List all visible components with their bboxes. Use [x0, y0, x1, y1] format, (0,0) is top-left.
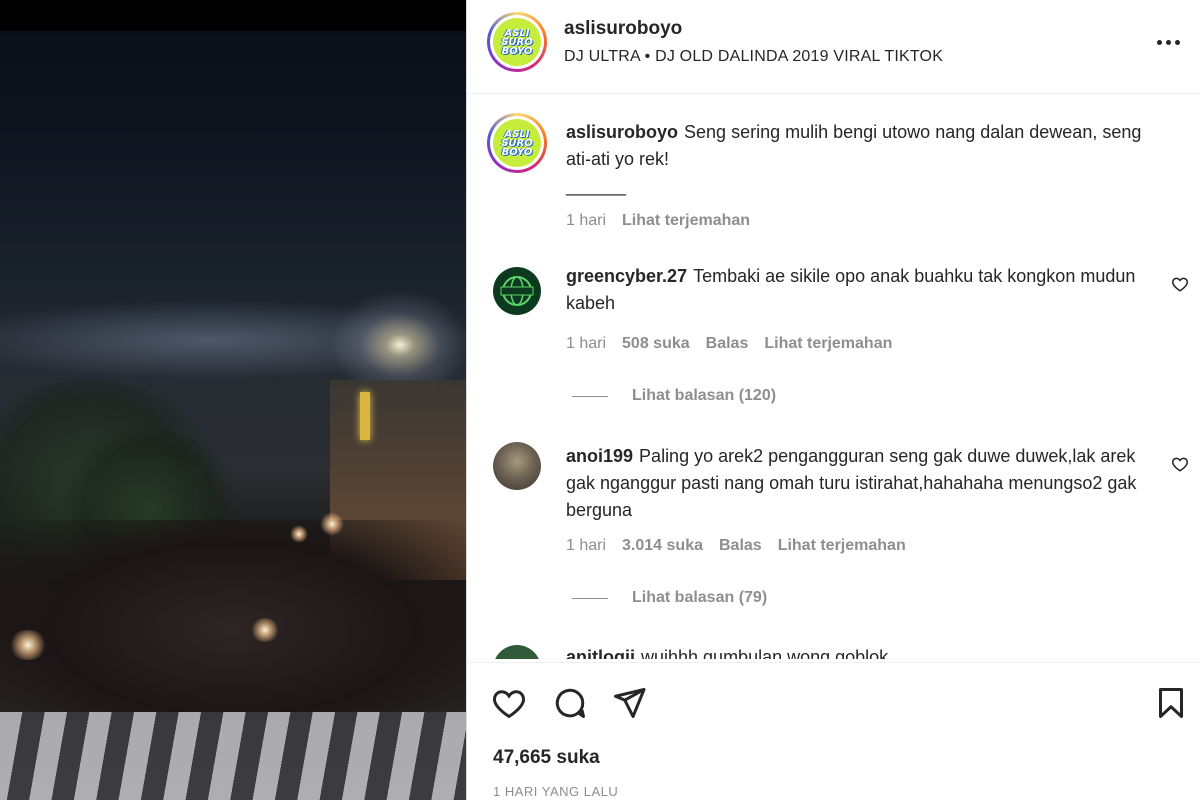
comment-meta: 1 hari 3.014 suka Balas Lihat terjemahan [566, 537, 906, 555]
motorbike-headlight [320, 512, 344, 536]
comment-body: Paling yo arek2 pengangguran seng gak du… [566, 446, 1137, 520]
bookmark-icon[interactable] [1153, 685, 1189, 721]
view-replies-label: Lihat balasan (120) [632, 387, 777, 404]
profile-photo [493, 442, 541, 490]
post-header: ASLI SURO BOYO aslisuroboyo DJ ULTRA • D… [467, 0, 1200, 94]
motorbike-headlight [250, 618, 280, 642]
post-actions: 47,665 suka 1 HARI YANG LALU [467, 662, 1200, 800]
commenter-avatar[interactable] [493, 442, 541, 490]
comment-username[interactable]: anoi199 [566, 446, 633, 466]
comment-text: anoi199 Paling yo arek2 pengangguran seng… [566, 443, 1156, 524]
comment-reply-link[interactable]: Balas [719, 537, 762, 555]
comment-time[interactable]: 1 hari [566, 537, 606, 555]
send-icon[interactable] [611, 685, 647, 721]
caption-meta: 1 hari Lihat terjemahan [566, 212, 750, 230]
audio-track[interactable]: DJ ULTRA • DJ OLD DALINDA 2019 VIRAL TIK… [564, 48, 943, 66]
comment-text: anitlogii wuihhh gumbulan wong goblok [566, 644, 1156, 659]
caption-text: aslisuroboyo Seng sering mulih bengi utow… [566, 119, 1156, 195]
comment-translate-link[interactable]: Lihat terjemahan [778, 537, 906, 555]
motorbike-headlight [8, 630, 48, 660]
view-replies-button[interactable]: Lihat balasan (120) [572, 387, 776, 405]
comment-reply-link[interactable]: Balas [706, 335, 749, 353]
globe-logo-icon [500, 276, 534, 306]
author-avatar[interactable]: ASLI SURO BOYO [487, 12, 547, 72]
comment-icon[interactable] [552, 685, 588, 721]
view-replies-button[interactable]: Lihat balasan (79) [572, 589, 767, 607]
comment-text: greencyber.27 Tembaki ae sikile opo anak … [566, 263, 1156, 317]
comment-time[interactable]: 1 hari [566, 335, 606, 353]
comment-like-count[interactable]: 3.014 suka [622, 537, 703, 555]
caption-translate-link[interactable]: Lihat terjemahan [622, 212, 750, 230]
avatar-logo-text: ASLI SURO BOYO [501, 128, 533, 158]
caption-separator: ______ [566, 176, 627, 196]
more-options-icon[interactable] [1153, 30, 1183, 54]
comments-list[interactable]: ASLI SURO BOYO aslisuroboyo Seng sering m… [467, 95, 1200, 659]
caption-time[interactable]: 1 hari [566, 212, 606, 230]
motorbike-headlight [290, 525, 308, 543]
comment-like-heart-icon[interactable] [1171, 455, 1189, 473]
comment-body: wuihhh gumbulan wong goblok [641, 647, 889, 659]
video-top-bar [0, 0, 466, 31]
comment-username[interactable]: anitlogii [566, 647, 635, 659]
replies-divider [572, 597, 608, 599]
comment-username[interactable]: greencyber.27 [566, 266, 687, 286]
avatar-logo-text: ASLI SURO BOYO [501, 27, 533, 57]
building-sign [360, 392, 370, 440]
post-video[interactable] [0, 0, 466, 800]
like-count[interactable]: 47,665 suka [493, 747, 600, 769]
view-replies-label: Lihat balasan (79) [632, 589, 768, 606]
comment-translate-link[interactable]: Lihat terjemahan [764, 335, 892, 353]
zebra-crossing [0, 712, 466, 800]
post-side-panel: ASLI SURO BOYO aslisuroboyo DJ ULTRA • D… [466, 0, 1200, 800]
crowd-on-motorbikes [0, 520, 466, 720]
commenter-avatar[interactable] [493, 645, 541, 659]
author-username[interactable]: aslisuroboyo [564, 18, 682, 40]
heart-icon[interactable] [491, 685, 527, 721]
commenter-avatar[interactable] [493, 267, 541, 315]
comment-like-count[interactable]: 508 suka [622, 335, 690, 353]
caption-username[interactable]: aslisuroboyo [566, 122, 678, 142]
caption-avatar[interactable]: ASLI SURO BOYO [487, 113, 547, 173]
replies-divider [572, 395, 608, 397]
post-timestamp: 1 HARI YANG LALU [493, 784, 619, 799]
comment-like-heart-icon[interactable] [1171, 275, 1189, 293]
comment-meta: 1 hari 508 suka Balas Lihat terjemahan [566, 335, 892, 353]
